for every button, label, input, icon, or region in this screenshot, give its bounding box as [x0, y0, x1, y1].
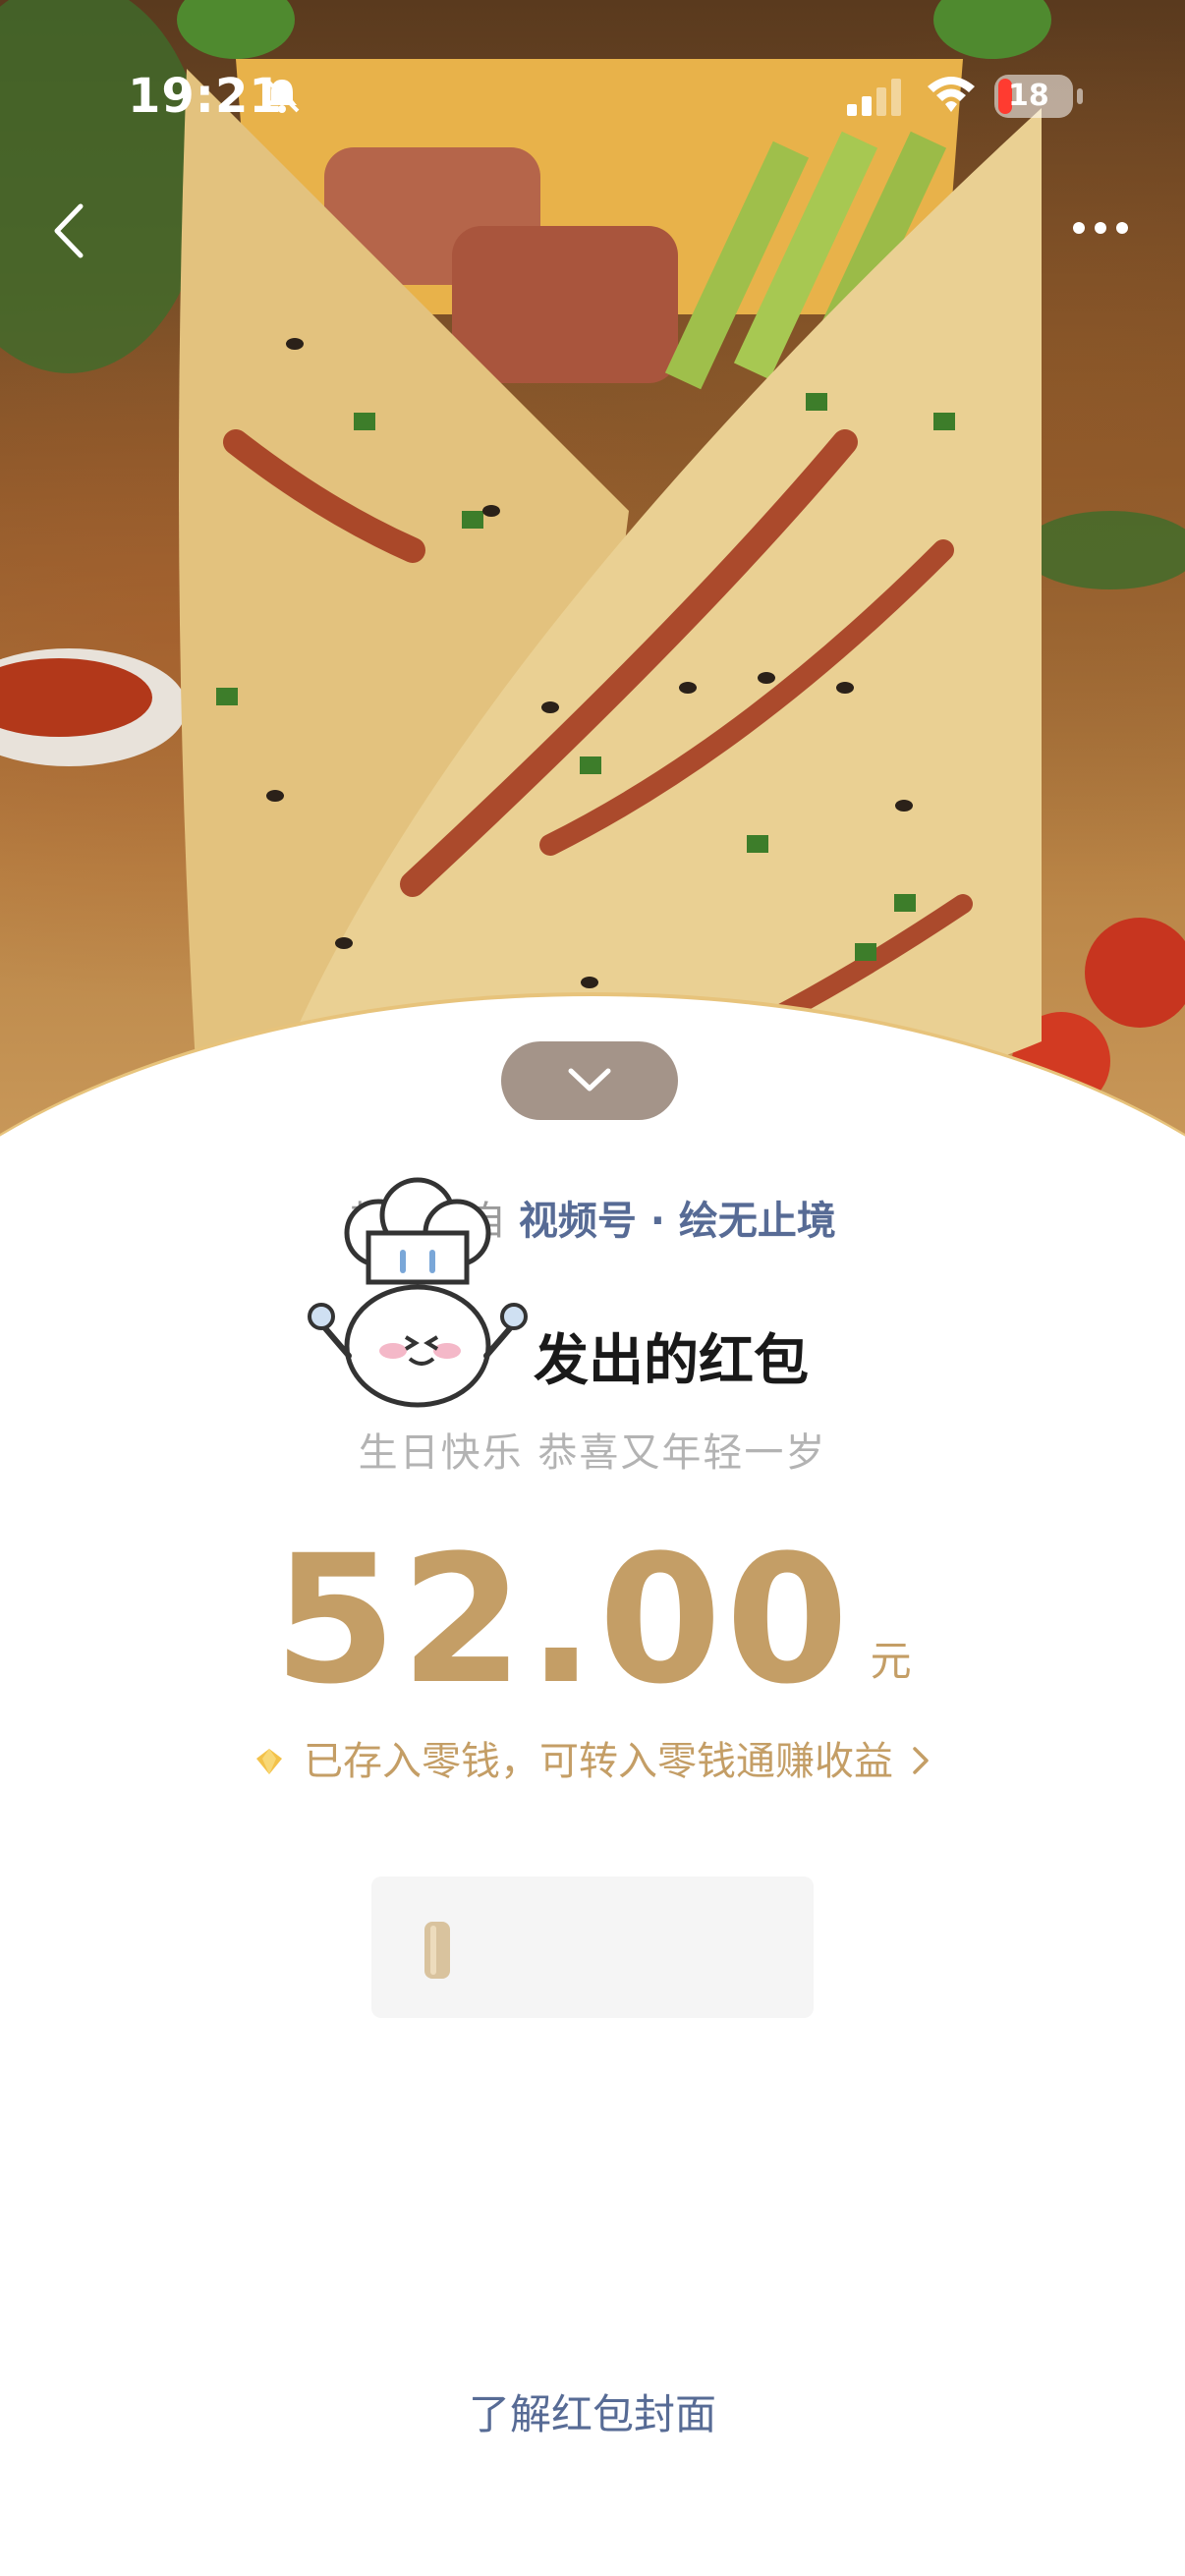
more-icon[interactable] — [1071, 216, 1130, 240]
envelope-title: 发出的红包 — [0, 1316, 1185, 1396]
wifi-icon — [928, 77, 975, 112]
diamond-icon — [256, 1749, 282, 1774]
bell-slash-icon — [264, 78, 300, 113]
saved-to-balance-text: 已存入零钱，可转入零钱通赚收益 — [304, 1739, 893, 1784]
status-bar: 19:21 18 — [0, 0, 1185, 187]
sticker-thumbnail-icon — [424, 1922, 450, 1979]
collapse-cover-button[interactable] — [501, 1041, 678, 1120]
cover-source-line: 封面来自 视频号 · 绘无止境 — [0, 1189, 1185, 1246]
envelope-title-text: 发出的红包 — [534, 1329, 809, 1393]
amount-display: 52.00 元 — [0, 1518, 1185, 1723]
battery-percentage: 18 — [1008, 79, 1049, 113]
blessing-message: 生日快乐 恭喜又年轻一岁 — [358, 1430, 827, 1476]
battery-cap — [1077, 88, 1083, 104]
amount-value: 52.00 — [273, 1518, 853, 1723]
learn-cover-link[interactable]: 了解红包封面 — [0, 2381, 1185, 2441]
reply-sticker-box[interactable] — [371, 1876, 814, 2018]
chevron-down-icon — [568, 1068, 611, 1092]
amount-unit: 元 — [870, 1637, 912, 1685]
saved-to-balance-link[interactable]: 已存入零钱，可转入零钱通赚收益 — [0, 1729, 1185, 1786]
battery-indicator: 18 — [994, 75, 1073, 118]
signal-icon — [847, 79, 901, 116]
cover-source-link[interactable]: 视频号 · 绘无止境 — [519, 1199, 836, 1244]
chevron-right-icon — [913, 1747, 929, 1774]
back-button[interactable] — [43, 196, 94, 265]
